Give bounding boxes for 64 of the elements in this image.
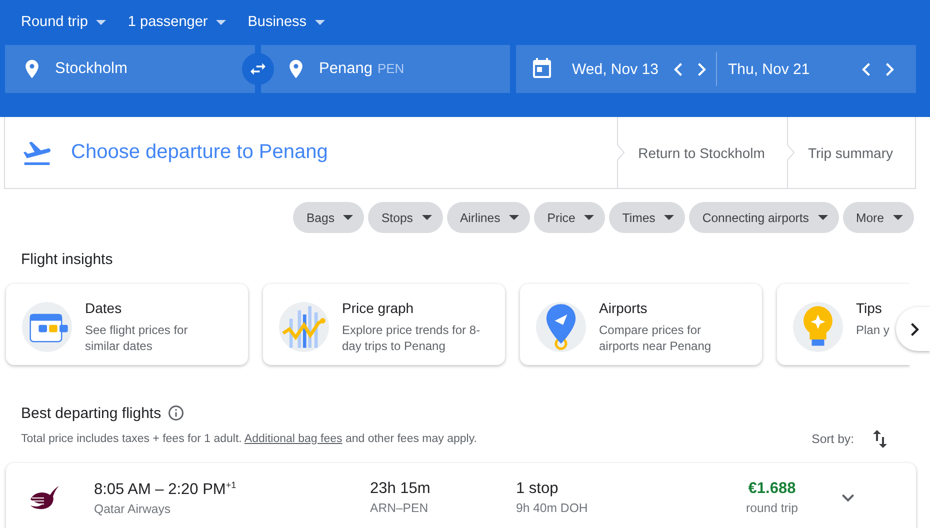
- filter-chip[interactable]: More: [842, 202, 914, 233]
- filter-chip[interactable]: Airlines: [446, 202, 530, 233]
- caret-icon: [584, 215, 594, 220]
- caret-icon: [664, 215, 674, 220]
- sort-label: Sort by:: [812, 432, 854, 446]
- flight-card[interactable]: 8:05 AM – 2:20 PM$^{+1}$ Qatar Airways 23h 15m ARN–PEN 1 stop 9h 40m DOH €1.688 round trip: [6, 463, 916, 528]
- stops-count: 1 stop: [516, 480, 560, 498]
- layover-info: 9h 40m DOH: [516, 501, 589, 515]
- step-tab[interactable]: Trip summary: [794, 117, 915, 188]
- flight-duration: 23h 15m: [370, 480, 432, 498]
- chevron-right-icon: [698, 62, 706, 76]
- card-description: Plan y: [856, 322, 890, 338]
- card-description: Compare prices for airports near Penang: [599, 322, 712, 354]
- flight-route: ARN–PEN: [370, 501, 430, 515]
- card-title: Price graph: [342, 300, 415, 316]
- caret-icon: [422, 215, 432, 220]
- insight-card[interactable]: Dates See flight prices for similar dates: [6, 284, 248, 365]
- card-title: Airports: [599, 300, 648, 316]
- card-description: Explore price trends for 8-day trips to Penang: [342, 322, 482, 354]
- filter-chip[interactable]: Connecting airports: [689, 202, 839, 233]
- card-description: See flight prices for similar dates: [85, 322, 189, 354]
- date-field[interactable]: Wed, Nov 13 Thu, Nov 21: [516, 45, 916, 93]
- flight-price: €1.688: [747, 480, 797, 498]
- filter-chip[interactable]: Price: [534, 202, 606, 233]
- dropdown-button[interactable]: 1 passenger: [128, 14, 226, 30]
- caret-icon: [216, 20, 226, 24]
- chevron-right-icon: [911, 322, 919, 336]
- step-tab[interactable]: Return to Stockholm: [625, 117, 787, 188]
- filter-chip[interactable]: Stops: [368, 202, 443, 233]
- filter-chip[interactable]: Bags: [293, 202, 364, 233]
- price-note: Total price includes taxes + fees for 1 adult. Additional bag fees and other fees may apply.: [21, 433, 477, 445]
- caret-icon: [818, 215, 828, 220]
- chevron-left-icon: [674, 62, 682, 76]
- chart-icon: [279, 302, 329, 352]
- caret-icon: [343, 215, 354, 220]
- insight-card[interactable]: Price graph Explore price trends for 8-day trips to Penang: [263, 284, 505, 365]
- flight-times: 8:05 AM – 2:20 PM$^{+1}$: [94, 480, 238, 500]
- info-icon: [167, 404, 186, 422]
- step-tab[interactable]: Choose departure to Penang: [5, 117, 618, 188]
- card-title: Dates: [85, 300, 123, 316]
- filter-chip[interactable]: Times: [609, 202, 686, 233]
- caret-icon: [96, 20, 106, 24]
- caret-icon: [893, 215, 903, 220]
- section-title: Best departing flights: [21, 404, 162, 422]
- card-title: Tips: [856, 300, 883, 316]
- chevron-right-icon: [886, 62, 894, 76]
- lightbulb-icon: [793, 302, 843, 352]
- destination-field[interactable]: Penang PEN: [261, 45, 510, 93]
- airline-name: Qatar Airways: [94, 502, 172, 516]
- bag-fees-link[interactable]: Additional bag fees: [244, 433, 342, 445]
- dropdown-button[interactable]: Round trip: [21, 14, 106, 30]
- caret-icon: [509, 215, 520, 220]
- pin-icon: [536, 302, 586, 352]
- chevron-left-icon: [862, 62, 870, 76]
- calendar-icon: [22, 302, 72, 352]
- expand-icon[interactable]: [842, 494, 854, 502]
- insight-card[interactable]: Airports Compare prices for airports near Penang: [520, 284, 762, 365]
- dropdown-button[interactable]: Business: [248, 14, 325, 30]
- caret-icon: [314, 20, 325, 24]
- price-type: round trip: [745, 501, 799, 515]
- calendar-icon: [530, 57, 554, 81]
- insight-card[interactable]: Tips Plan y: [777, 284, 910, 365]
- origin-field[interactable]: Stockholm: [5, 45, 255, 93]
- section-title: Flight insights: [20, 250, 114, 270]
